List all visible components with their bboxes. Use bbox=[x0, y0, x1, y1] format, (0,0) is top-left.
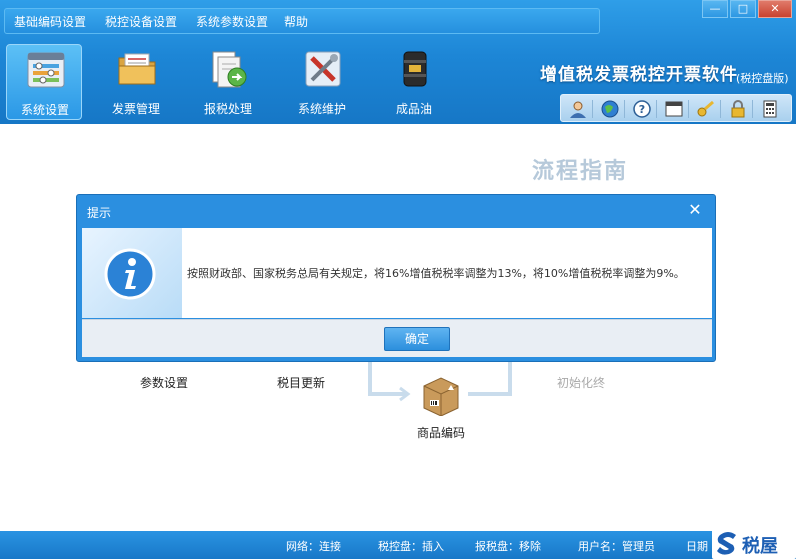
oil-barrel-icon bbox=[403, 51, 427, 87]
step-tax-item-update[interactable]: 税目更新 bbox=[277, 374, 325, 391]
step-param-settings[interactable]: 参数设置 bbox=[140, 374, 188, 391]
watermark: 税屋 bbox=[712, 526, 796, 559]
status-tax-disk: 税控盘：插入 bbox=[378, 540, 444, 553]
close-window-button[interactable]: ✕ bbox=[758, 0, 792, 18]
tool-system-settings[interactable]: 系统设置 bbox=[6, 44, 82, 120]
menu-help[interactable]: 帮助 bbox=[284, 13, 308, 30]
tool-label: 报税处理 bbox=[203, 102, 252, 116]
menu-tax-device[interactable]: 税控设备设置 bbox=[105, 13, 177, 30]
status-network: 网络：连接 bbox=[286, 540, 341, 553]
key-icon[interactable] bbox=[695, 99, 717, 119]
status-bar: 网络：连接 税控盘：插入 报税盘：移除 用户名：管理员 日期 bbox=[0, 531, 796, 559]
menu-system-params[interactable]: 系统参数设置 bbox=[196, 13, 268, 30]
app-edition: (税控盘版) bbox=[736, 72, 789, 85]
dialog-message: 按照财政部、国家税务总局有关规定，将16%增值税税率调整为13%，将10%增值税… bbox=[187, 267, 685, 280]
status-user: 用户名：管理员 bbox=[578, 540, 655, 553]
confirm-button[interactable]: 确定 bbox=[384, 327, 450, 351]
flow-arrow-icon bbox=[399, 386, 411, 402]
tool-label: 系统设置 bbox=[20, 103, 69, 117]
window-icon[interactable] bbox=[663, 99, 685, 119]
flow-connector bbox=[508, 360, 512, 396]
calculator-icon[interactable] bbox=[759, 99, 781, 119]
maximize-button[interactable]: □ bbox=[730, 0, 756, 18]
settings-panel-icon bbox=[27, 52, 65, 88]
step-initialization: 初始化终 bbox=[557, 376, 606, 390]
tool-label: 成品油 bbox=[395, 102, 432, 116]
tool-refined-oil[interactable]: 成品油 bbox=[376, 44, 452, 120]
dialog-footer: 确定 bbox=[82, 319, 712, 357]
tools-icon bbox=[305, 51, 341, 87]
tool-label: 系统维护 bbox=[297, 102, 346, 116]
help-icon[interactable]: ? bbox=[631, 99, 653, 119]
app-header: 基础编码设置 税控设备设置 系统参数设置 帮助 — □ ✕ 系统设置 发票管理 bbox=[0, 0, 796, 124]
quick-toolbar: ? bbox=[560, 94, 792, 122]
tax-report-icon bbox=[212, 51, 247, 88]
tool-invoice-management[interactable]: 发票管理 bbox=[98, 44, 174, 120]
status-date: 日期 bbox=[686, 540, 708, 553]
tool-tax-report[interactable]: 报税处理 bbox=[190, 44, 266, 120]
flow-connector bbox=[468, 392, 512, 396]
guide-title: 流程指南 bbox=[532, 159, 629, 184]
watermark-text: 税屋 bbox=[742, 536, 778, 557]
flow-connector bbox=[368, 360, 372, 396]
watermark-logo-icon bbox=[717, 532, 736, 555]
tool-system-maintenance[interactable]: 系统维护 bbox=[284, 44, 360, 120]
menu-bar: 基础编码设置 税控设备设置 系统参数设置 帮助 bbox=[4, 8, 600, 34]
svg-text:?: ? bbox=[639, 103, 645, 116]
step-product-code[interactable]: 商品编码 bbox=[417, 424, 465, 441]
prompt-dialog: 提示 ✕ 按照财政部、国家税务总局有关规定，将16%增值税税率调整为13%，将1… bbox=[76, 194, 716, 362]
status-report-disk: 报税盘：移除 bbox=[475, 540, 541, 553]
product-box-icon[interactable] bbox=[420, 376, 462, 416]
folder-invoice-icon bbox=[118, 53, 156, 85]
user-icon[interactable] bbox=[567, 99, 589, 119]
dialog-close-button[interactable]: ✕ bbox=[683, 199, 707, 221]
dialog-body: 按照财政部、国家税务总局有关规定，将16%增值税税率调整为13%，将10%增值税… bbox=[82, 228, 712, 318]
info-icon bbox=[104, 248, 156, 300]
globe-icon[interactable] bbox=[599, 99, 621, 119]
minimize-button[interactable]: — bbox=[702, 0, 728, 18]
dialog-title: 提示 bbox=[87, 206, 112, 220]
menu-basic-codes[interactable]: 基础编码设置 bbox=[14, 13, 86, 30]
lock-icon[interactable] bbox=[727, 99, 749, 119]
tool-label: 发票管理 bbox=[111, 102, 160, 116]
app-title: 增值税发票税控开票软件 bbox=[540, 65, 738, 85]
dialog-icon-pane bbox=[82, 228, 182, 318]
